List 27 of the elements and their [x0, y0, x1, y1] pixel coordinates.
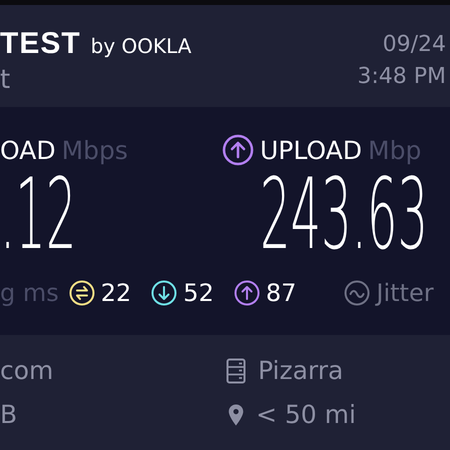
logo-text: TEST [0, 27, 81, 61]
result-label: UPLOAD [260, 136, 362, 164]
unit-label: Mbps [62, 136, 128, 164]
upload-icon [234, 280, 260, 306]
download-icon [151, 280, 178, 306]
server-name: Pizarra [258, 355, 344, 387]
ping-value: 22 [100, 279, 132, 307]
test-time: 3:48 PM [357, 63, 446, 91]
upload-icon [222, 134, 254, 166]
unit-label: Mbp [368, 136, 422, 164]
ping-value: 52 [183, 279, 214, 307]
server-icon [226, 358, 246, 384]
exchange-icon [68, 280, 95, 306]
server-distance: < 50 mi [256, 399, 356, 431]
speed-value: 243.63 [260, 173, 428, 257]
location-pin-icon [228, 404, 244, 426]
provider-name: com [0, 355, 54, 387]
ping-label: g ms [0, 279, 59, 307]
subtitle: t [0, 64, 12, 97]
logo-byline: by OOKLA [90, 33, 192, 60]
test-date: 09/24 [382, 31, 446, 59]
speed-value: .12 [0, 173, 76, 257]
jitter-label: Jitter [376, 279, 434, 307]
result-label: OAD [0, 136, 56, 164]
ping-value: 87 [266, 279, 296, 307]
wave-icon [344, 280, 370, 306]
provider-detail: B [0, 399, 18, 431]
